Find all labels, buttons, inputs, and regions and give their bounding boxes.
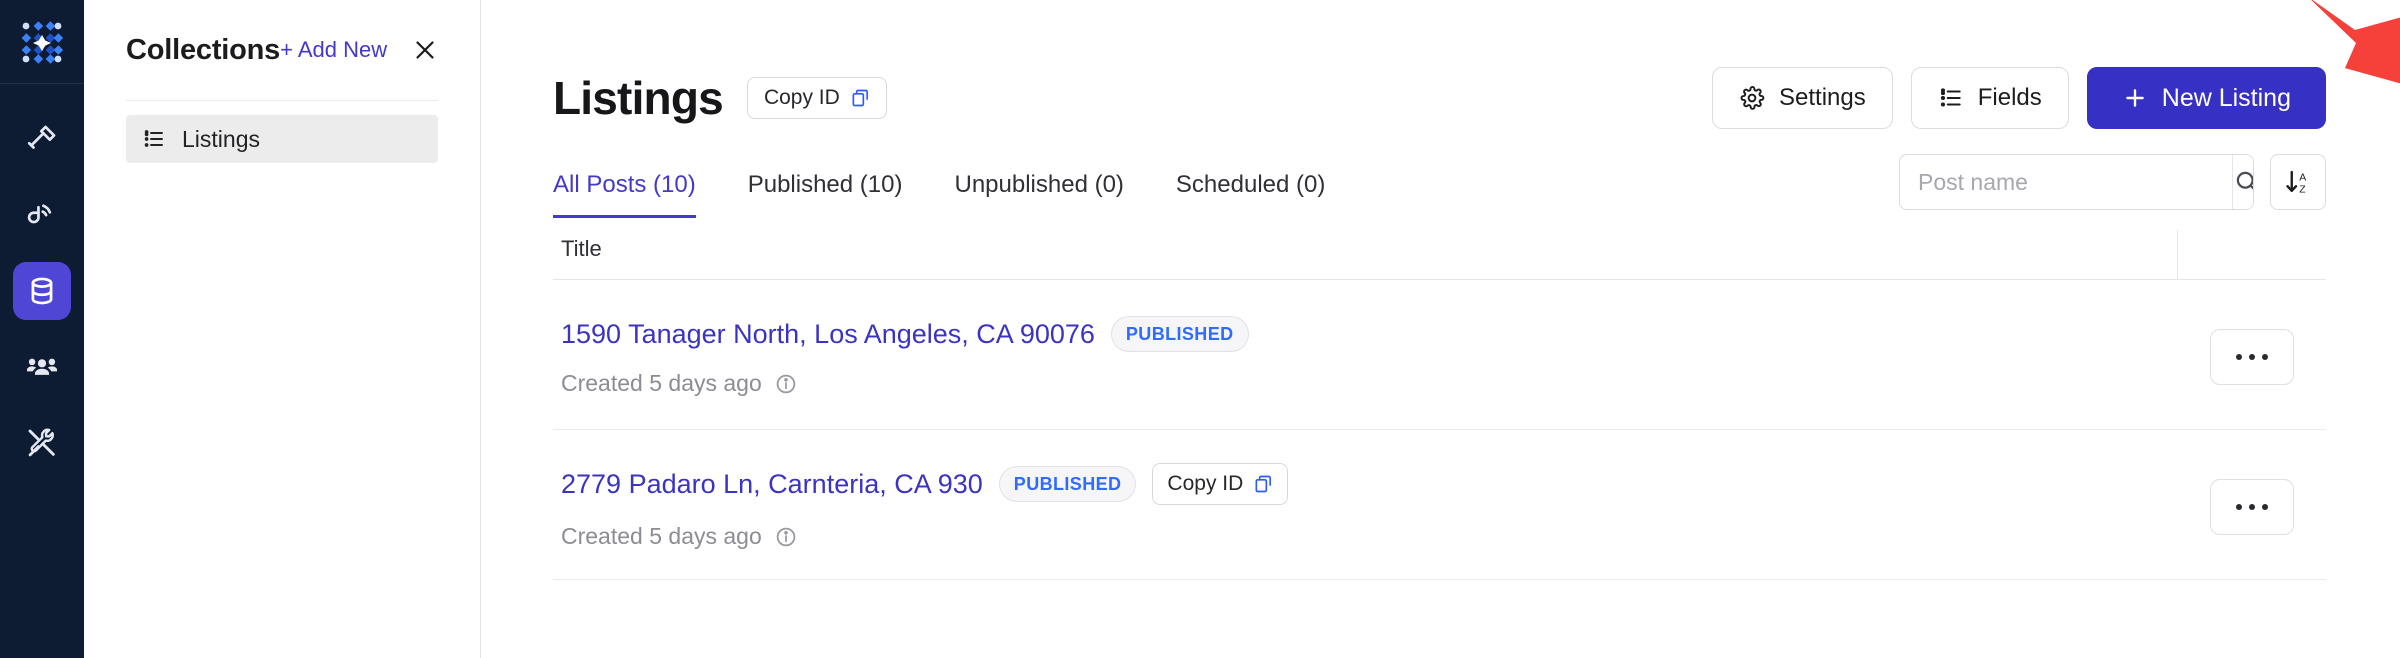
table-row[interactable]: 2779 Padaro Ln, Carnteria, CA 930 PUBLIS… (553, 430, 2326, 580)
row-content: 1590 Tanager North, Los Angeles, CA 9007… (561, 316, 2178, 397)
row-actions (2178, 478, 2326, 535)
app-root: Collections + Add New Listings Listings … (0, 0, 2400, 658)
row-content: 2779 Padaro Ln, Carnteria, CA 930 PUBLIS… (561, 463, 2178, 550)
new-listing-label: New Listing (2161, 83, 2291, 112)
page-header: Listings Copy ID Settings Fields New Lis… (553, 0, 2326, 129)
database-icon (31, 277, 53, 305)
sort-az-icon: A Z (2286, 170, 2306, 195)
header-column-divider (2177, 230, 2178, 279)
gavel-icon (27, 125, 56, 149)
new-listing-button[interactable]: New Listing (2086, 67, 2326, 129)
rail-item-collections[interactable] (13, 262, 71, 320)
listings-table: Title 1590 Tanager North, Los Angeles, C… (553, 218, 2326, 580)
main-content: Listings Copy ID Settings Fields New Lis… (481, 0, 2400, 658)
app-logo-icon (21, 20, 64, 64)
copy-row-id-button[interactable]: Copy ID (1152, 463, 1289, 505)
ellipsis-icon (2249, 503, 2255, 510)
collections-panel-header: Collections + Add New (108, 0, 456, 100)
copy-icon (1255, 475, 1272, 493)
tab-scheduled[interactable]: Scheduled (0) (1176, 171, 1325, 218)
tab-bar-right-controls: A Z (1899, 154, 2326, 218)
table-header: Title (553, 218, 2326, 280)
gear-icon (1740, 86, 1765, 110)
settings-label: Settings (1779, 84, 1866, 111)
row-menu-button[interactable] (2210, 328, 2294, 385)
table-row[interactable]: 1590 Tanager North, Los Angeles, CA 9007… (553, 280, 2326, 430)
close-icon (416, 41, 434, 59)
copy-id-label: Copy ID (763, 86, 840, 109)
plus-icon (2125, 89, 2144, 107)
info-icon[interactable] (774, 525, 798, 549)
listing-title-link[interactable]: 2779 Padaro Ln, Carnteria, CA 930 (561, 469, 983, 500)
app-logo[interactable] (0, 0, 84, 84)
listing-title-link[interactable]: 1590 Tanager North, Los Angeles, CA 9007… (561, 319, 1095, 350)
tab-published[interactable]: Published (10) (748, 171, 903, 218)
ellipsis-icon (2236, 503, 2242, 510)
copy-id-label: Copy ID (1167, 472, 1244, 495)
search-field-wrapper (1899, 154, 2254, 210)
row-meta: Created 5 days ago (561, 370, 2178, 397)
collections-panel: Collections + Add New Listings (84, 0, 481, 658)
rail-item-auctions[interactable] (13, 110, 71, 168)
sidebar-item-label: Listings (182, 125, 260, 152)
svg-text:A: A (2299, 171, 2306, 183)
svg-text:Z: Z (2299, 183, 2306, 195)
rail-item-people[interactable] (13, 338, 71, 396)
row-title-line: 1590 Tanager North, Los Angeles, CA 9007… (561, 316, 2178, 352)
fields-button[interactable]: Fields (1910, 67, 2069, 129)
tab-bar: All Posts (10) Published (10) Unpublishe… (553, 152, 2326, 218)
tab-all-posts[interactable]: All Posts (10) (553, 171, 696, 218)
row-actions (2178, 328, 2326, 385)
broadcast-icon (27, 204, 52, 224)
copy-collection-id-button[interactable]: Copy ID (746, 77, 887, 119)
fields-label: Fields (1977, 84, 2042, 111)
ellipsis-icon (2236, 353, 2242, 360)
column-header-title: Title (561, 235, 602, 261)
rail-item-tools[interactable] (13, 414, 71, 472)
ellipsis-icon (2262, 503, 2268, 510)
status-badge: PUBLISHED (1110, 316, 1249, 352)
search-input[interactable] (1900, 155, 2232, 209)
tab-unpublished[interactable]: Unpublished (0) (954, 171, 1123, 218)
status-badge: PUBLISHED (998, 466, 1137, 502)
people-icon (26, 358, 58, 375)
row-title-line: 2779 Padaro Ln, Carnteria, CA 930 PUBLIS… (561, 463, 2178, 505)
info-icon[interactable] (774, 372, 798, 396)
tools-icon (28, 428, 55, 457)
created-text: Created 5 days ago (561, 523, 762, 549)
row-meta: Created 5 days ago (561, 523, 2178, 550)
left-nav-rail (0, 0, 84, 658)
ellipsis-icon (2262, 353, 2268, 360)
created-text: Created 5 days ago (561, 370, 762, 396)
settings-button[interactable]: Settings (1712, 67, 1893, 129)
search-icon (2236, 171, 2253, 190)
collections-list: Listings (108, 101, 456, 163)
ellipsis-icon (2249, 353, 2255, 360)
search-button[interactable] (2232, 155, 2253, 209)
copy-icon (852, 89, 868, 107)
page-title: Listings (553, 72, 724, 124)
sidebar-item-listings[interactable]: Listings (126, 115, 438, 163)
rail-item-list (13, 84, 71, 472)
sort-button[interactable]: A Z (2270, 154, 2326, 210)
header-actions: Settings Fields New Listing (1712, 67, 2326, 129)
list-icon (144, 130, 163, 147)
add-new-collection-button[interactable]: + Add New (280, 37, 387, 63)
close-panel-button[interactable] (413, 37, 437, 63)
rail-item-broadcast[interactable] (13, 186, 71, 244)
list-lines-icon (1940, 88, 1961, 107)
row-menu-button[interactable] (2210, 478, 2294, 535)
collections-title: Collections (126, 33, 281, 66)
